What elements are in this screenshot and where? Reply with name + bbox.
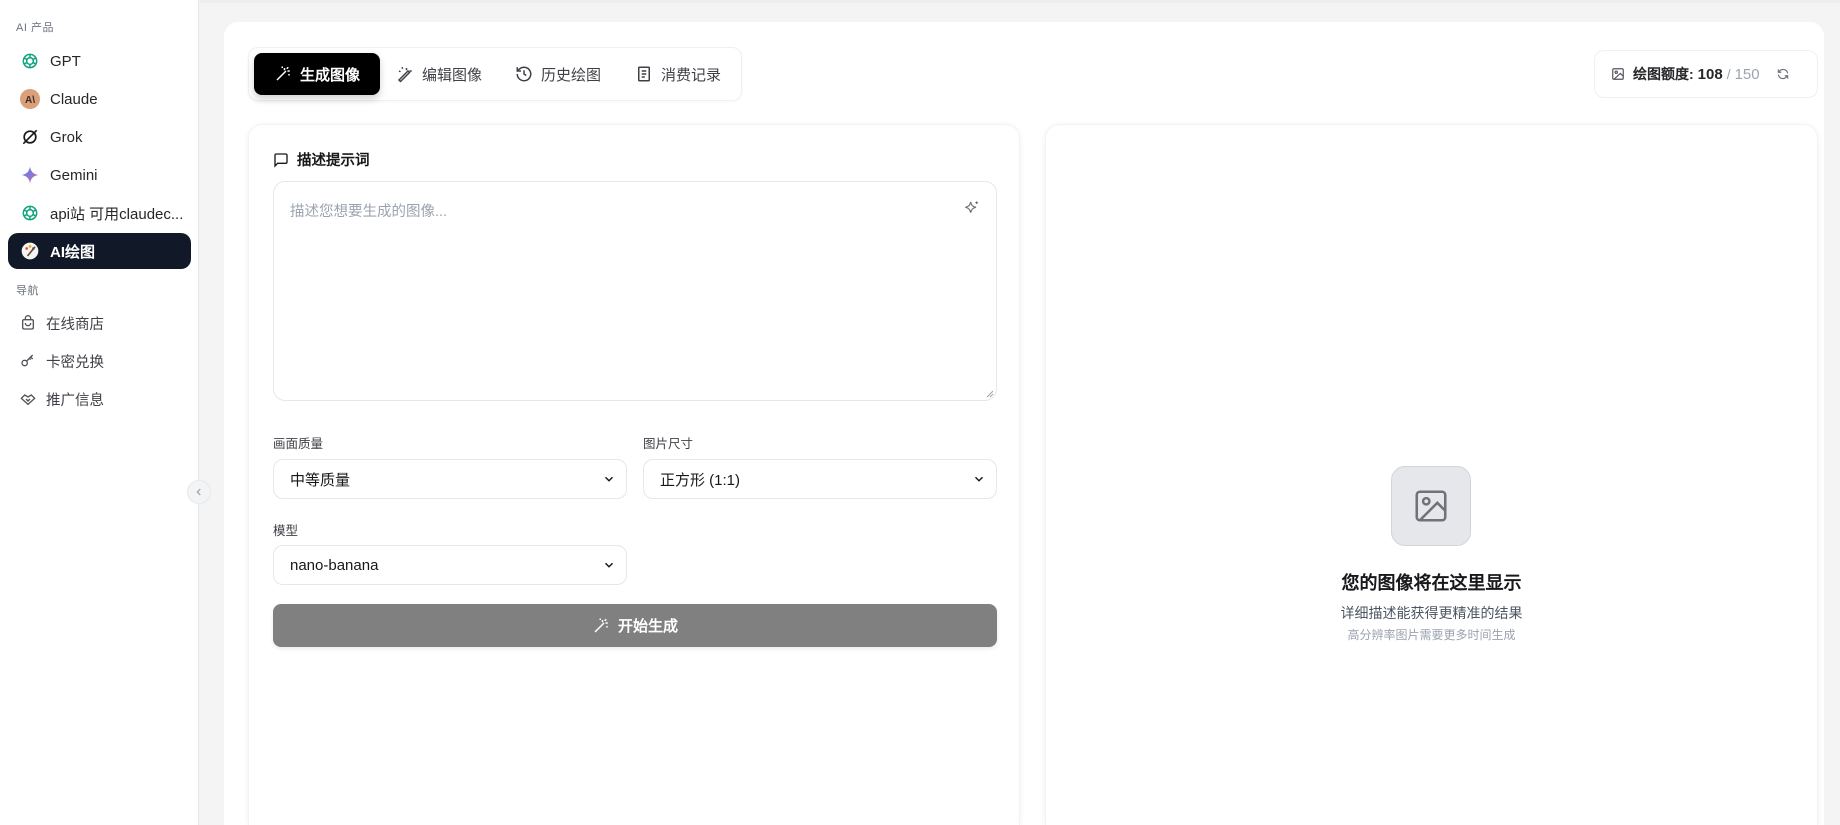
sidebar-item-label: 推广信息 <box>46 392 104 409</box>
svg-text:A\: A\ <box>25 95 35 106</box>
model-select[interactable]: nano-banana <box>273 545 627 585</box>
tab-label: 编辑图像 <box>422 66 483 84</box>
quality-select-value: 中等质量 <box>290 471 351 489</box>
image-icon <box>1415 490 1447 522</box>
sidebar-item-label: api站 可用claudec... <box>50 205 184 223</box>
preview-hint: 高分辨率图片需要更多时间生成 <box>1347 628 1516 642</box>
sidebar-item-label: 在线商店 <box>46 316 104 333</box>
sidebar-item-label: Claude <box>50 90 98 108</box>
tab-billing[interactable]: 消费记录 <box>635 53 721 95</box>
grok-icon <box>20 127 40 147</box>
sidebar-item-gemini[interactable]: Gemini <box>8 157 191 193</box>
gemini-icon <box>20 165 40 185</box>
sidebar-item-api[interactable]: api站 可用claudec... <box>8 195 191 231</box>
sparkles-icon[interactable] <box>964 200 980 216</box>
prompt-title-text: 描述提示词 <box>297 153 370 169</box>
preview-title: 您的图像将在这里显示 <box>1341 573 1522 593</box>
tab-history[interactable]: 历史绘图 <box>515 53 601 95</box>
chevron-left-icon <box>196 488 201 496</box>
quota-label: 绘图额度: <box>1633 66 1694 82</box>
size-select-value: 正方形 (1:1) <box>660 471 741 489</box>
sidebar-item-gpt[interactable]: GPT <box>8 43 191 79</box>
model-select-value: nano-banana <box>290 556 379 574</box>
sidebar-item-promotion[interactable]: 推广信息 <box>8 381 191 417</box>
prompt-placeholder: 描述您想要生成的图像... <box>290 204 448 220</box>
prompt-textarea[interactable]: 描述您想要生成的图像... <box>273 181 997 401</box>
refresh-icon[interactable] <box>1776 67 1790 81</box>
chevron-down-icon <box>602 472 616 486</box>
prompt-title: 描述提示词 <box>273 149 370 170</box>
openai-icon <box>20 51 40 71</box>
palette-icon <box>20 241 40 261</box>
quota-separator: / <box>1726 66 1731 82</box>
sidebar-item-ai-drawing[interactable]: AI绘图 <box>8 233 191 269</box>
sidebar-item-label: AI绘图 <box>50 243 96 261</box>
chevron-down-icon <box>602 558 616 572</box>
chevron-down-icon <box>972 472 986 486</box>
claude-icon: A\ <box>20 89 40 109</box>
sidebar-item-label: Gemini <box>50 166 98 184</box>
history-icon <box>515 65 533 83</box>
sidebar-item-label: GPT <box>50 52 81 70</box>
receipt-icon <box>635 65 653 83</box>
resize-handle-icon[interactable] <box>984 388 994 398</box>
sidebar-item-label: 卡密兑换 <box>46 354 104 371</box>
tab-generate-image[interactable]: 生成图像 <box>254 53 381 95</box>
image-placeholder <box>1391 466 1471 546</box>
sidebar-collapse-button[interactable] <box>187 480 211 504</box>
tab-label: 消费记录 <box>661 66 722 84</box>
size-label: 图片尺寸 <box>643 437 694 451</box>
section-label-ai-products: AI 产品 <box>16 22 54 34</box>
start-generate-label: 开始生成 <box>617 618 678 635</box>
message-square-icon <box>273 152 289 168</box>
quality-label: 画面质量 <box>273 437 324 451</box>
tab-bar: 生成图像 编辑图像 历史绘图 消费记录 <box>248 47 742 101</box>
sidebar-item-redeem[interactable]: 卡密兑换 <box>8 343 191 379</box>
preview-subtitle: 详细描述能获得更精准的结果 <box>1340 605 1523 621</box>
shopping-bag-icon <box>20 315 36 331</box>
sidebar: AI 产品 GPT A\ Claude Grok Gemini api站 可用c… <box>0 0 199 825</box>
sidebar-item-grok[interactable]: Grok <box>8 119 191 155</box>
magic-wand-icon <box>274 65 292 83</box>
size-select[interactable]: 正方形 (1:1) <box>643 459 997 499</box>
quality-select[interactable]: 中等质量 <box>273 459 627 499</box>
sidebar-item-claude[interactable]: A\ Claude <box>8 81 191 117</box>
edit-image-icon <box>396 65 414 83</box>
sidebar-item-store[interactable]: 在线商店 <box>8 305 191 341</box>
sidebar-item-label: Grok <box>50 128 83 146</box>
quota-total: 150 <box>1734 65 1760 83</box>
main-top-divider <box>200 0 1840 3</box>
quota-used: 108 <box>1697 65 1723 83</box>
key-icon <box>20 353 36 369</box>
start-generate-button[interactable]: 开始生成 <box>273 604 997 647</box>
tab-label: 历史绘图 <box>541 66 602 84</box>
section-label-navigation: 导航 <box>16 285 39 297</box>
image-quota-icon <box>1611 67 1625 81</box>
tab-edit-image[interactable]: 编辑图像 <box>396 53 482 95</box>
handshake-icon <box>20 391 36 407</box>
model-label: 模型 <box>273 524 299 538</box>
magic-wand-icon <box>592 617 610 635</box>
tab-label: 生成图像 <box>300 66 361 84</box>
drawing-quota: 绘图额度: 108 / 150 <box>1594 50 1818 98</box>
openai-icon <box>20 203 40 223</box>
